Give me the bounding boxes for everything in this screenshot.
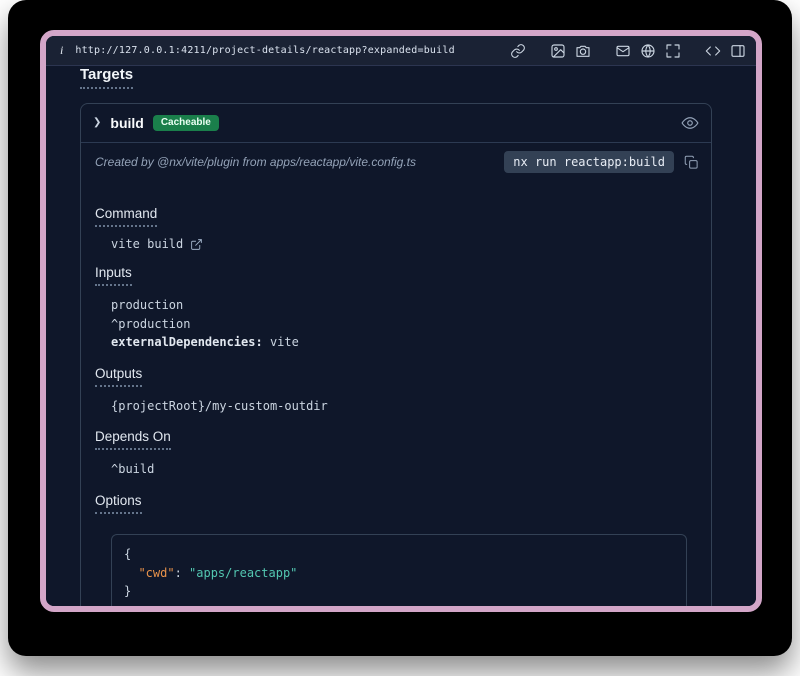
json-key-cwd: "cwd" (138, 566, 174, 580)
targets-heading: Targets (80, 66, 133, 89)
options-json-block: { "cwd": "apps/reactapp" } (111, 534, 687, 606)
run-command-chip[interactable]: nx run reactapp:build (504, 151, 674, 173)
json-line-close: } (124, 582, 674, 601)
build-card-header[interactable]: ❯ build Cacheable (81, 104, 711, 142)
page-content: Targets ❯ build Cacheable Created by @nx… (46, 66, 756, 606)
input-item: ^production (111, 315, 697, 334)
cacheable-badge: Cacheable (153, 115, 219, 131)
build-target-card: ❯ build Cacheable Created by @nx/vite/pl… (80, 103, 712, 606)
build-card-body: Command vite build Inputs production ^pr… (81, 182, 711, 606)
desktop-background: i http://127.0.0.1:4211/project-details/… (8, 0, 792, 656)
screenshot-icon[interactable] (550, 43, 566, 59)
external-deps-value: vite (263, 335, 299, 349)
camera-icon[interactable] (575, 43, 591, 59)
build-card-subheader: Created by @nx/vite/plugin from apps/rea… (81, 142, 711, 182)
chevron-down-icon[interactable]: ❯ (93, 118, 101, 128)
created-by-text: Created by @nx/vite/plugin from apps/rea… (95, 155, 416, 169)
json-value-cwd: "apps/reactapp" (189, 566, 297, 580)
title-bar: i http://127.0.0.1:4211/project-details/… (46, 36, 756, 66)
target-name-build: build (110, 115, 143, 131)
output-item: {projectRoot}/my-custom-outdir (111, 397, 697, 416)
command-value: vite build (111, 237, 183, 251)
code-icon[interactable] (705, 43, 721, 59)
options-heading: Options (95, 493, 142, 514)
external-deps-key: externalDependencies: (111, 335, 263, 349)
info-icon: i (56, 43, 67, 58)
inputs-heading: Inputs (95, 265, 132, 286)
copy-icon[interactable] (684, 155, 699, 170)
json-line-cwd: "cwd": "apps/reactapp" (124, 564, 674, 583)
address-url[interactable]: http://127.0.0.1:4211/project-details/re… (75, 45, 454, 56)
outputs-heading: Outputs (95, 366, 142, 387)
eye-icon[interactable] (681, 114, 699, 132)
external-link-icon[interactable] (190, 238, 203, 251)
command-row: vite build (111, 237, 697, 251)
toolbar-icons (510, 43, 746, 59)
layout-sidebar-icon[interactable] (730, 43, 746, 59)
expand-icon[interactable] (665, 43, 681, 59)
input-item: production (111, 296, 697, 315)
depends-on-heading: Depends On (95, 429, 171, 450)
browser-window: i http://127.0.0.1:4211/project-details/… (40, 30, 762, 612)
globe-icon[interactable] (640, 43, 656, 59)
input-item-external-deps: externalDependencies: vite (111, 333, 697, 352)
link-icon[interactable] (510, 43, 526, 59)
inbox-icon[interactable] (615, 43, 631, 59)
command-heading: Command (95, 206, 157, 227)
json-line-open: { (124, 545, 674, 564)
depends-on-item: ^build (111, 460, 697, 479)
